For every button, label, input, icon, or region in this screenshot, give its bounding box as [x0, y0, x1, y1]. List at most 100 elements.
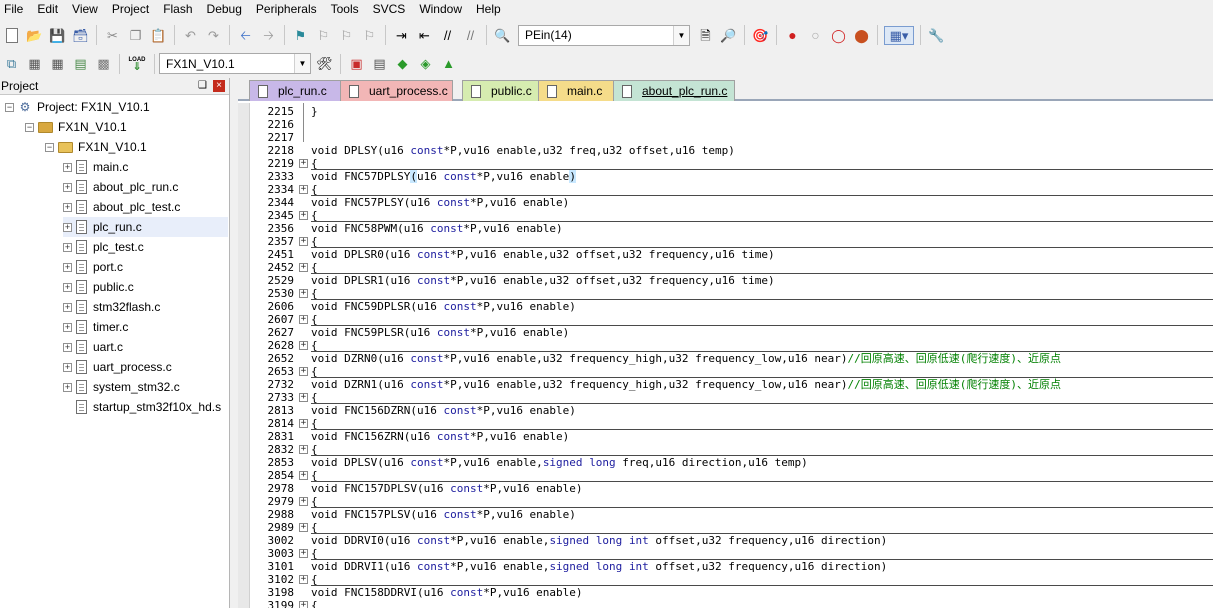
fold-expand-icon[interactable]: + — [299, 393, 308, 402]
target-select[interactable]: FX1N_V10.1 ▼ — [159, 53, 311, 74]
bookmark-toggle-icon[interactable]: ⚑ — [291, 26, 310, 45]
undo-icon[interactable]: ↶ — [181, 26, 200, 45]
fold-expand-icon[interactable]: + — [299, 185, 308, 194]
tree-file-item[interactable]: + plc_test.c — [63, 237, 228, 257]
tree-project-item[interactable]: − ⚙ Project: FX1N_V10.1 — [5, 97, 228, 117]
uncomment-icon[interactable]: // — [461, 26, 480, 45]
tree-folder-item[interactable]: − FX1N_V10.1 — [45, 137, 228, 157]
editor-tab[interactable]: uart_process.c — [340, 80, 453, 101]
bookmark-next-icon[interactable]: ⚐ — [337, 26, 356, 45]
collapse-icon[interactable]: − — [45, 142, 54, 152]
fold-expand-icon[interactable]: + — [299, 575, 308, 584]
stop-build-icon[interactable]: ▩ — [94, 54, 113, 73]
cut-icon[interactable]: ✂ — [103, 26, 122, 45]
chevron-down-icon[interactable]: ▼ — [673, 25, 689, 45]
rebuild-icon[interactable]: ▦ — [48, 54, 67, 73]
menu-window[interactable]: Window — [412, 0, 469, 19]
fold-expand-icon[interactable]: + — [299, 159, 308, 168]
build-icon[interactable]: ▦ — [25, 54, 44, 73]
expand-icon[interactable]: + — [63, 282, 72, 292]
tree-file-item[interactable]: + stm32flash.c — [63, 297, 228, 317]
expand-icon[interactable]: + — [63, 382, 72, 392]
tree-target-item[interactable]: − FX1N_V10.1 — [25, 117, 228, 137]
editor-tab[interactable]: public.c — [462, 80, 539, 101]
menu-debug[interactable]: Debug — [200, 0, 249, 19]
tree-file-item[interactable]: + plc_run.c — [63, 217, 228, 237]
pack-installer-icon[interactable]: ◆ — [393, 54, 412, 73]
menu-file[interactable]: File — [0, 0, 30, 19]
expand-icon[interactable]: + — [63, 362, 72, 372]
editor-tab[interactable]: about_plc_run.c — [613, 80, 735, 101]
find-in-files-icon[interactable]: 🔍 — [493, 26, 512, 45]
window-layout-icon[interactable]: ▦▾ — [884, 25, 914, 45]
configure-wrench-icon[interactable]: 🔧 — [927, 26, 946, 45]
fold-expand-icon[interactable]: + — [299, 289, 308, 298]
open-folder-icon[interactable]: 📂 — [25, 26, 44, 45]
expand-icon[interactable]: + — [63, 182, 72, 192]
load-download-icon[interactable]: LOAD ⇓ — [126, 54, 148, 73]
menu-peripherals[interactable]: Peripherals — [249, 0, 324, 19]
indent-icon[interactable]: ⇥ — [392, 26, 411, 45]
bookmark-clear-icon[interactable]: ⚐ — [360, 26, 379, 45]
close-icon[interactable]: × — [213, 80, 225, 92]
expand-icon[interactable]: + — [63, 302, 72, 312]
fold-expand-icon[interactable]: + — [299, 211, 308, 220]
run-time-environment-icon[interactable]: ▲ — [439, 54, 458, 73]
expand-icon[interactable]: + — [63, 342, 72, 352]
batch-build-icon[interactable]: ▤ — [71, 54, 90, 73]
breakpoint-kill-all-icon[interactable]: ⬤ — [852, 26, 871, 45]
tree-file-item[interactable]: + timer.c — [63, 317, 228, 337]
expand-icon[interactable]: + — [63, 322, 72, 332]
tree-file-item[interactable]: + uart.c — [63, 337, 228, 357]
fold-expand-icon[interactable]: + — [299, 445, 308, 454]
chevron-down-icon[interactable]: ▼ — [294, 54, 310, 73]
target-options-icon[interactable]: 🛠 — [315, 54, 334, 73]
fold-expand-icon[interactable]: + — [299, 263, 308, 272]
debug-session-icon[interactable]: 🎯 — [751, 26, 770, 45]
expand-icon[interactable]: + — [63, 202, 72, 212]
find-combo[interactable]: PEin(14) ▼ — [518, 24, 690, 46]
menu-edit[interactable]: Edit — [30, 0, 65, 19]
file-extensions-icon[interactable]: ▣ — [347, 54, 366, 73]
nav-back-icon[interactable]: 🡠 — [236, 26, 255, 45]
menu-flash[interactable]: Flash — [156, 0, 199, 19]
breakpoint-enable-icon[interactable]: ○ — [806, 26, 825, 45]
new-file-icon[interactable] — [2, 26, 21, 45]
editor-tab[interactable]: plc_run.c — [249, 80, 341, 101]
fold-expand-icon[interactable]: + — [299, 237, 308, 246]
editor-tab[interactable]: main.c — [538, 80, 614, 101]
expand-icon[interactable]: + — [63, 262, 72, 272]
breakpoint-disable-all-icon[interactable]: ◯ — [829, 26, 848, 45]
find-icon[interactable]: 🗎 — [696, 26, 715, 45]
tree-file-item[interactable]: + public.c — [63, 277, 228, 297]
tree-file-item[interactable]: + about_plc_test.c — [63, 197, 228, 217]
expand-icon[interactable]: + — [63, 222, 72, 232]
save-all-icon[interactable]: 🗃 — [71, 26, 90, 45]
menu-project[interactable]: Project — [105, 0, 156, 19]
fold-expand-icon[interactable]: + — [299, 549, 308, 558]
tree-file-item[interactable]: + system_stm32.c — [63, 377, 228, 397]
breakpoint-insert-icon[interactable]: ● — [783, 26, 802, 45]
fold-expand-icon[interactable]: + — [299, 419, 308, 428]
copy-icon[interactable]: ❐ — [126, 26, 145, 45]
fold-expand-icon[interactable]: + — [299, 367, 308, 376]
pin-icon[interactable]: ❑ — [198, 80, 207, 91]
collapse-icon[interactable]: − — [5, 102, 14, 112]
fold-expand-icon[interactable]: + — [299, 601, 308, 608]
menu-help[interactable]: Help — [469, 0, 508, 19]
nav-forward-icon[interactable]: 🡢 — [259, 26, 278, 45]
expand-icon[interactable]: + — [63, 242, 72, 252]
tree-file-item[interactable]: + about_plc_run.c — [63, 177, 228, 197]
menu-tools[interactable]: Tools — [324, 0, 366, 19]
bookmark-prev-icon[interactable]: ⚐ — [314, 26, 333, 45]
fold-expand-icon[interactable]: + — [299, 497, 308, 506]
comment-icon[interactable]: // — [438, 26, 457, 45]
fold-expand-icon[interactable]: + — [299, 471, 308, 480]
fold-expand-icon[interactable]: + — [299, 523, 308, 532]
collapse-icon[interactable]: − — [25, 122, 34, 132]
menu-svcs[interactable]: SVCS — [366, 0, 413, 19]
manage-components-icon[interactable]: ▤ — [370, 54, 389, 73]
tree-file-item[interactable]: + uart_process.c — [63, 357, 228, 377]
tree-file-item[interactable]: + port.c — [63, 257, 228, 277]
select-software-packs-icon[interactable]: ◈ — [416, 54, 435, 73]
